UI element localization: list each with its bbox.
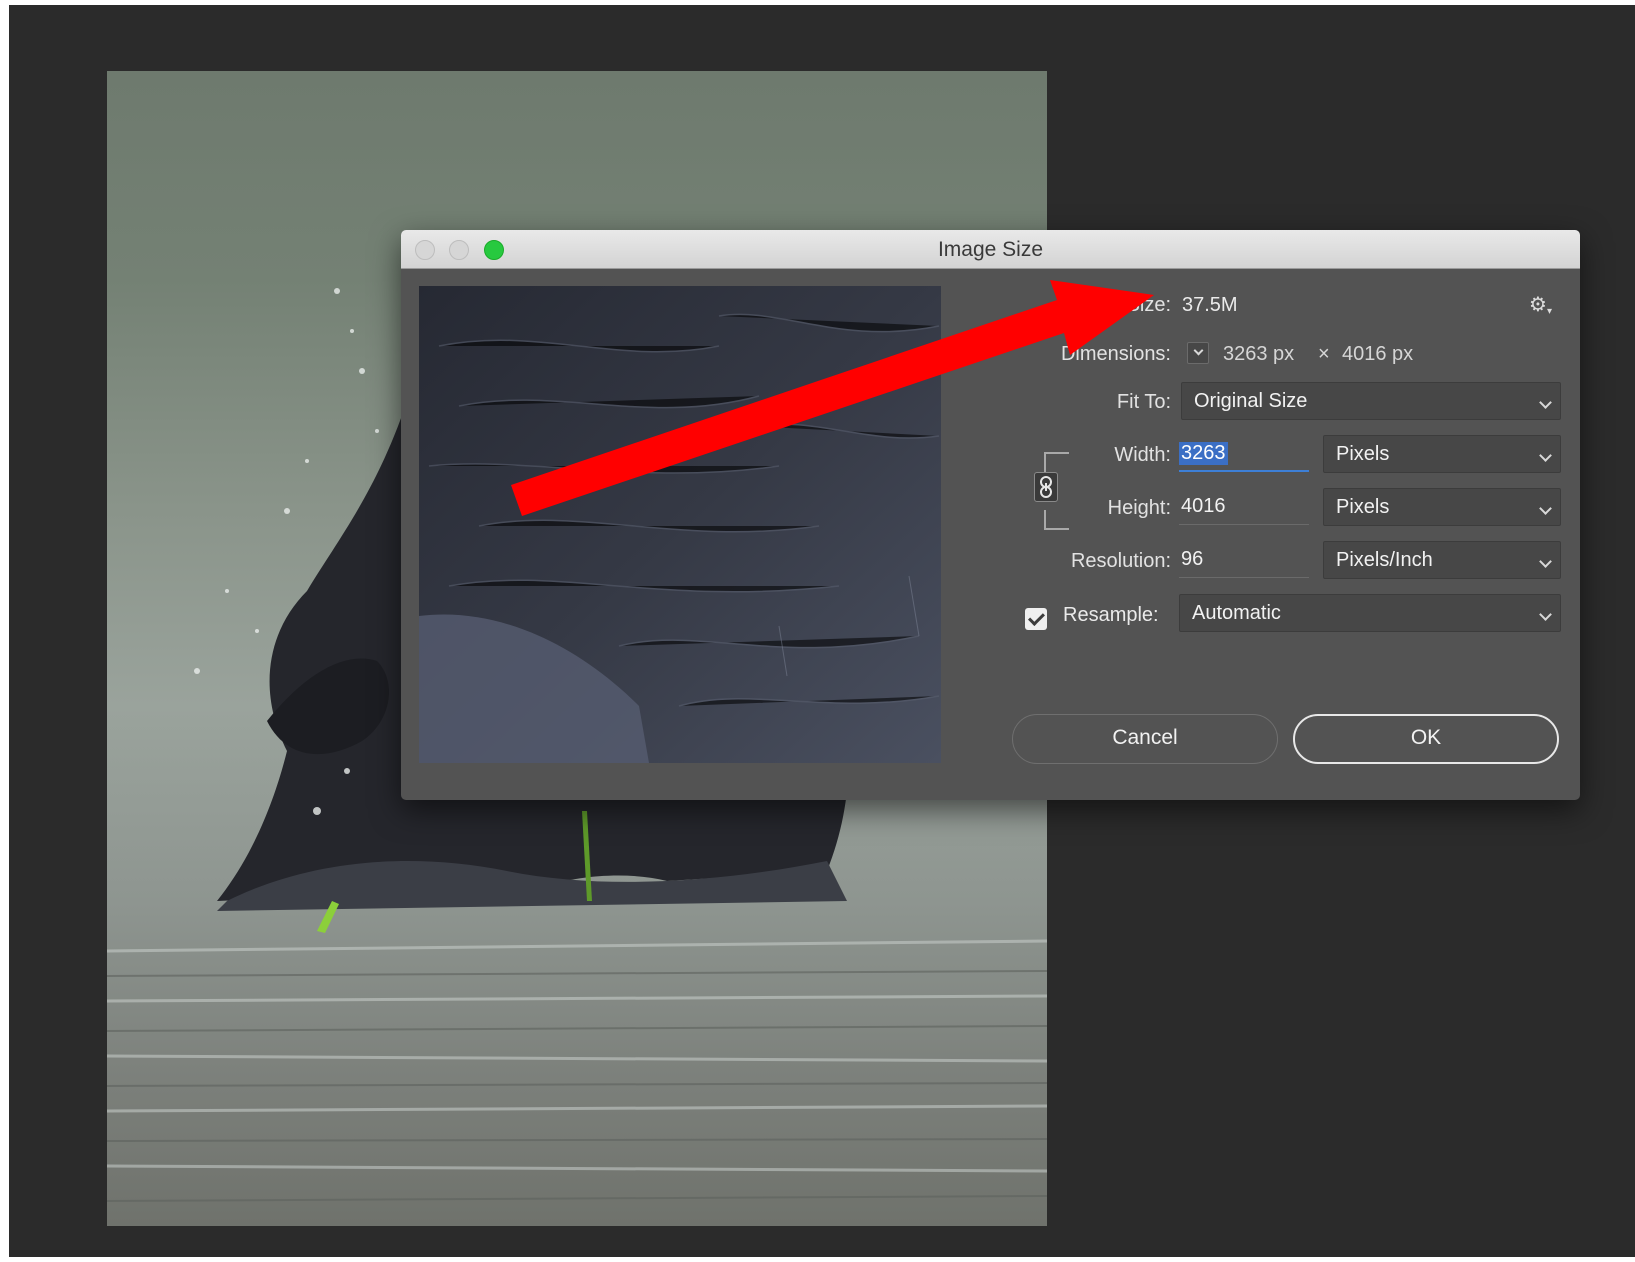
resolution-input[interactable]: 96 <box>1179 540 1309 578</box>
chevron-down-icon <box>1539 608 1552 621</box>
resample-dropdown[interactable]: Automatic <box>1179 594 1561 632</box>
chevron-down-icon <box>1539 449 1552 462</box>
height-units-dropdown[interactable]: Pixels <box>1323 488 1561 526</box>
chevron-down-icon <box>1539 396 1552 409</box>
resample-label: Resample: <box>1063 604 1159 626</box>
dimensions-units-dropdown[interactable] <box>1187 342 1209 364</box>
cancel-button[interactable]: Cancel <box>1012 714 1278 764</box>
resolution-units-value: Pixels/Inch <box>1336 549 1433 571</box>
width-units-dropdown[interactable]: Pixels <box>1323 435 1561 473</box>
dimensions-height: 4016 px <box>1342 343 1414 365</box>
height-units-value: Pixels <box>1336 496 1390 518</box>
chevron-down-icon <box>1539 502 1552 515</box>
resolution-units-dropdown[interactable]: Pixels/Inch <box>1323 541 1561 579</box>
dimensions-times: × <box>1318 343 1330 365</box>
dimensions-label: Dimensions: <box>1060 343 1171 365</box>
settings-menu-button[interactable]: ⚙▾ <box>1529 292 1552 317</box>
checkmark-icon <box>1028 609 1045 626</box>
resample-value: Automatic <box>1192 602 1281 624</box>
resolution-label: Resolution: <box>1070 550 1171 572</box>
dialog-titlebar[interactable]: Image Size <box>401 230 1580 269</box>
resample-checkbox[interactable] <box>1025 608 1047 630</box>
dimensions-width: 3263 px <box>1223 343 1295 365</box>
image-preview[interactable] <box>419 286 941 763</box>
chevron-down-icon <box>1539 555 1552 568</box>
gear-icon: ⚙ <box>1529 294 1547 316</box>
width-units-value: Pixels <box>1336 443 1390 465</box>
image-size-dialog: Image Size Image Size: 37.5M ⚙▾ Dimensio… <box>401 230 1580 800</box>
fit-to-dropdown[interactable]: Original Size <box>1181 382 1561 420</box>
resolution-input-value: 96 <box>1181 548 1204 570</box>
chevron-down-icon <box>1193 345 1204 356</box>
image-size-value: 37.5M <box>1182 294 1238 316</box>
height-input-value: 4016 <box>1181 495 1226 517</box>
fit-to-value: Original Size <box>1194 390 1308 412</box>
image-size-label: Image Size: <box>1065 294 1171 316</box>
width-input[interactable]: 3263 <box>1179 434 1309 472</box>
caret-down-icon: ▾ <box>1546 306 1552 317</box>
fit-to-label: Fit To: <box>1116 391 1171 413</box>
width-label: Width: <box>1114 444 1171 466</box>
ok-button[interactable]: OK <box>1293 714 1559 764</box>
height-input[interactable]: 4016 <box>1179 487 1309 525</box>
height-label: Height: <box>1107 497 1171 519</box>
dialog-title: Image Size <box>937 238 1044 261</box>
width-input-value: 3263 <box>1179 442 1228 465</box>
